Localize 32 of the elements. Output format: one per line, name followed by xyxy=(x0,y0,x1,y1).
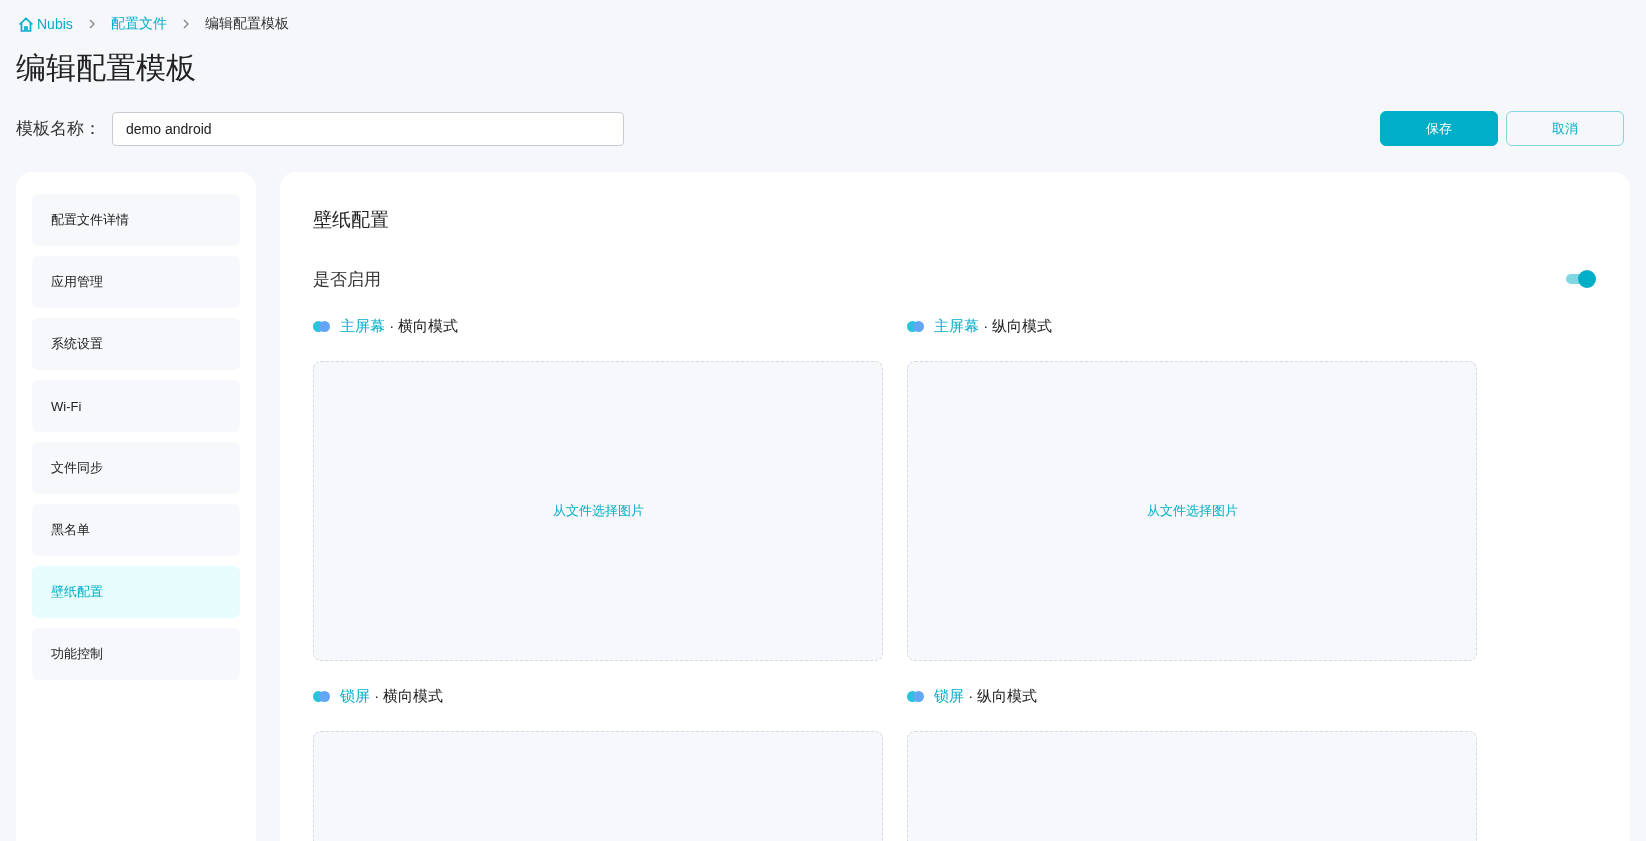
sidebar-item[interactable]: 功能控制 xyxy=(32,628,240,680)
image-drop-area[interactable]: 从文件选择图片 xyxy=(907,361,1477,661)
cancel-button[interactable]: 取消 xyxy=(1506,111,1624,146)
wallpaper-title: 主屏幕 · 纵向模式 xyxy=(934,316,1053,336)
save-button[interactable]: 保存 xyxy=(1380,111,1498,146)
home-icon xyxy=(18,16,34,32)
page-title: 编辑配置模板 xyxy=(16,50,197,86)
sidebar-item[interactable]: 应用管理 xyxy=(32,256,240,308)
breadcrumb-link[interactable]: Nubis xyxy=(18,16,73,32)
choose-image-link[interactable]: 从文件选择图片 xyxy=(1146,502,1238,520)
enable-toggle[interactable] xyxy=(1566,270,1596,288)
sidebar-item[interactable]: 壁纸配置 xyxy=(32,566,240,618)
dots-icon xyxy=(313,320,331,332)
dots-icon xyxy=(907,690,925,702)
wallpaper-title: 锁屏 · 纵向模式 xyxy=(934,686,1038,706)
template-name-field[interactable]: demo android xyxy=(112,111,624,146)
wallpaper-title: 锁屏 · 横向模式 xyxy=(340,686,444,706)
dots-icon xyxy=(313,690,331,702)
sidebar-item[interactable]: 黑名单 xyxy=(32,504,240,556)
breadcrumb-link[interactable]: 配置文件 xyxy=(110,15,167,33)
image-drop-area[interactable]: 从文件选择图片 xyxy=(313,361,883,661)
dots-icon xyxy=(907,320,925,332)
section-title: 壁纸配置 xyxy=(313,208,390,232)
sidebar-item[interactable]: 文件同步 xyxy=(32,442,240,494)
toggle-label: 是否启用 xyxy=(313,268,381,291)
sidebar-item[interactable]: Wi-Fi xyxy=(32,380,240,432)
field-label: 模板名称： xyxy=(16,118,102,140)
choose-image-link[interactable]: 从文件选择图片 xyxy=(552,502,644,520)
sidebar-item[interactable]: 系统设置 xyxy=(32,318,240,370)
current-page-label: 编辑配置模板 xyxy=(204,15,289,33)
wallpaper-title: 主屏幕 · 横向模式 xyxy=(340,316,459,336)
sidebar-item[interactable]: 配置文件详情 xyxy=(32,194,240,246)
